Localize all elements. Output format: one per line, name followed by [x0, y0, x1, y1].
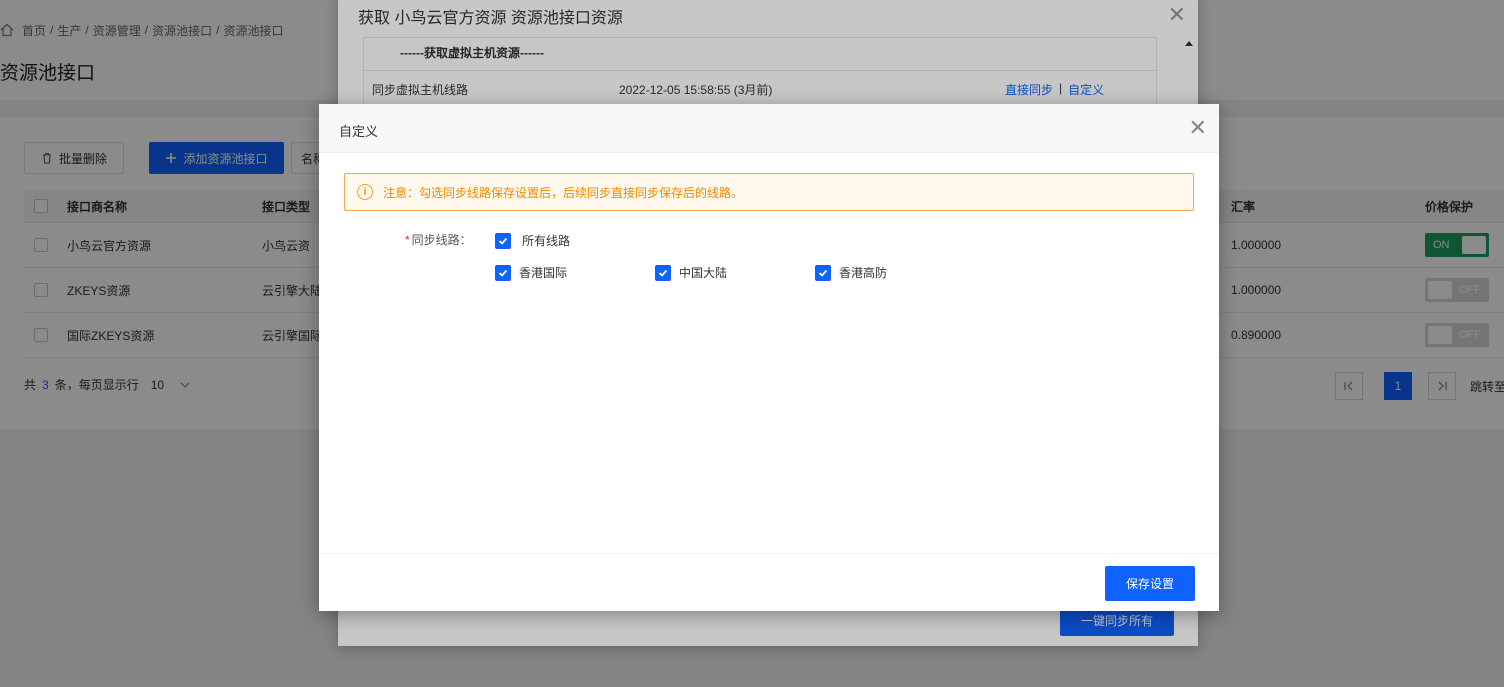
- sync-lines-label: * 同步线路：: [405, 231, 472, 248]
- all-lines-label: 所有线路: [522, 234, 571, 248]
- line-label: 香港国际: [519, 266, 568, 280]
- custom-dialog: 自定义 ✕ i 注意：勾选同步线路保存设置后，后续同步直接同步保存后的线路。 *…: [319, 104, 1219, 611]
- check-icon: [655, 264, 671, 281]
- sync-lines-label-text: 同步线路：: [411, 233, 472, 247]
- line-checkbox-hk-ddos[interactable]: 香港高防: [815, 264, 887, 281]
- line-checkbox-hk-intl[interactable]: 香港国际: [495, 264, 567, 281]
- all-lines-checkbox[interactable]: 所有线路: [495, 232, 570, 249]
- close-icon[interactable]: ✕: [1189, 117, 1207, 139]
- dialog-footer-divider: [319, 553, 1219, 554]
- save-settings-button[interactable]: 保存设置: [1105, 566, 1195, 601]
- required-mark: *: [405, 233, 410, 247]
- custom-dialog-header: 自定义 ✕: [319, 104, 1219, 153]
- check-icon: [495, 264, 511, 281]
- notice-banner: i 注意：勾选同步线路保存设置后，后续同步直接同步保存后的线路。: [344, 173, 1194, 211]
- check-icon: [815, 264, 831, 281]
- custom-dialog-title: 自定义: [339, 124, 379, 139]
- line-checkbox-mainland[interactable]: 中国大陆: [655, 264, 727, 281]
- check-icon: [495, 232, 511, 249]
- line-label: 中国大陆: [679, 266, 728, 280]
- notice-text: 注意：勾选同步线路保存设置后，后续同步直接同步保存后的线路。: [383, 185, 744, 200]
- line-label: 香港高防: [839, 266, 888, 280]
- info-icon: i: [357, 184, 373, 200]
